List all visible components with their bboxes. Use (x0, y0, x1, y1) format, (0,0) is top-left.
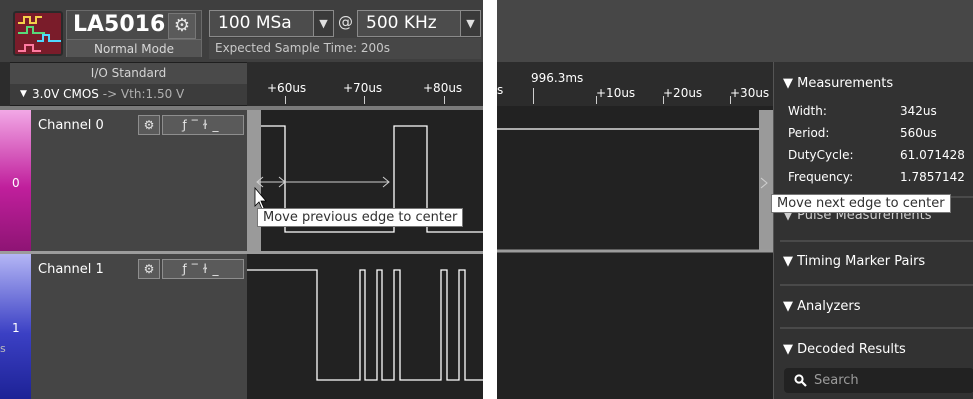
logic-analyzer-icon[interactable] (13, 11, 63, 56)
measurement-key: Frequency: (788, 170, 854, 184)
ruler-tick-label: +30us (730, 86, 770, 100)
section-divider (780, 240, 973, 242)
ruler-partial-label: s (497, 83, 504, 97)
search-placeholder: Search (814, 373, 859, 388)
channel-1-color-strip[interactable]: 1 (0, 254, 31, 399)
channel-0-index: 0 (12, 176, 20, 190)
channel-settings-gear-icon[interactable]: ⚙ (138, 115, 160, 135)
channel-1-waveform[interactable] (247, 254, 483, 399)
measurement-key: DutyCycle: (788, 148, 854, 162)
device-mode: Normal Mode (67, 39, 201, 57)
rising-edge-icon[interactable]: ƒ (183, 118, 192, 132)
ruler-tick (596, 96, 597, 104)
channel-1-index: 1 (12, 321, 20, 335)
low-level-icon[interactable]: _ (212, 262, 223, 276)
left-panel: LA5016 ⚙ Normal Mode 100 MSa ▼ @ 500 KHz… (0, 0, 483, 399)
io-standard-select[interactable]: ▼ 3.0V CMOS -> Vth:1.50 V (10, 84, 247, 105)
ruler-tick-label: +70us (343, 81, 383, 95)
chevron-down-icon[interactable]: ▼ (313, 11, 333, 36)
triangle-down-icon: ▼ (20, 89, 27, 99)
device-settings-gear-icon[interactable]: ⚙ (168, 13, 196, 39)
measurements-panel: ▼ Measurements Width: 342us Period: 560u… (773, 62, 973, 399)
ruler-tick (444, 96, 445, 104)
expected-sample-time: Expected Sample Time: 200s (209, 38, 481, 59)
channel-1-name: Channel 1 (38, 262, 104, 277)
channel-1-controls: ⚙ ƒ‾ɫ_ (138, 259, 244, 279)
right-waveform-area[interactable] (497, 106, 773, 399)
high-level-icon[interactable]: ‾ (192, 262, 203, 276)
measurement-value: 342us (900, 104, 937, 118)
channel-0-controls: ⚙ ƒ‾ɫ_ (138, 115, 244, 135)
channel-settings-gear-icon[interactable]: ⚙ (138, 259, 160, 279)
frequency-value: 500 KHz (366, 13, 437, 33)
ruler-tick-label: +60us (267, 81, 307, 95)
move-previous-edge-tooltip: Move previous edge to center (257, 208, 464, 227)
at-symbol: @ (338, 13, 353, 31)
cut-letter: s (0, 342, 6, 355)
io-standard-header: I/O Standard (10, 63, 247, 84)
timing-marker-pairs-header[interactable]: ▼ Timing Marker Pairs (783, 254, 925, 269)
right-toolbar (497, 0, 973, 62)
ruler-tick (663, 96, 664, 104)
rising-edge-icon[interactable]: ƒ (183, 262, 192, 276)
io-standard-value: 3.0V CMOS (32, 87, 99, 101)
channel-0-waveform[interactable] (247, 110, 483, 251)
decoded-results-header[interactable]: ▼ Decoded Results (783, 342, 906, 357)
ruler-tick (285, 96, 286, 104)
channel-0-color-strip[interactable]: 0 (0, 110, 31, 251)
device-toolbar: LA5016 ⚙ Normal Mode 100 MSa ▼ @ 500 KHz… (0, 0, 483, 62)
measurement-value: 61.071428 (900, 148, 965, 162)
ruler-center-tick (533, 88, 534, 104)
channel-0-name: Channel 0 (38, 118, 104, 133)
move-next-edge-tooltip: Move next edge to center (771, 194, 951, 213)
sample-rate-select[interactable]: 100 MSa ▼ (209, 10, 334, 37)
decoded-search-input[interactable]: Search (784, 368, 973, 393)
io-vth: -> Vth:1.50 V (102, 87, 185, 101)
analyzers-header[interactable]: ▼ Analyzers (783, 299, 860, 314)
device-name: LA5016 (73, 12, 166, 37)
trigger-edge-buttons[interactable]: ƒ‾ɫ_ (162, 259, 244, 279)
screenshot-gap (483, 0, 497, 399)
channel-1-label-area[interactable]: Channel 1 ⚙ ƒ‾ɫ_ (31, 254, 247, 399)
low-level-icon[interactable]: _ (212, 118, 223, 132)
sample-rate-value: 100 MSa (218, 13, 292, 33)
frequency-select[interactable]: 500 KHz ▼ (357, 10, 481, 37)
chevron-down-icon[interactable]: ▼ (460, 11, 480, 36)
ruler-tick-label: +80us (423, 81, 463, 95)
ruler-center-label: 996.3ms (531, 71, 584, 85)
measurement-value: 1.7857142 (900, 170, 965, 184)
high-level-icon[interactable]: ‾ (192, 118, 203, 132)
measurement-value: 560us (900, 126, 937, 140)
measurement-key: Width: (788, 104, 827, 118)
trigger-edge-buttons[interactable]: ƒ‾ɫ_ (162, 115, 244, 135)
section-divider (780, 327, 973, 329)
io-gutter (0, 62, 10, 106)
right-panel: s 996.3ms +10us +20us +30us ▼ Measuremen… (497, 0, 973, 399)
search-icon (794, 374, 807, 387)
device-selector[interactable]: LA5016 ⚙ Normal Mode (66, 10, 202, 57)
measurements-header[interactable]: ▼ Measurements (783, 76, 893, 91)
ruler-tick-label: +10us (596, 86, 636, 100)
measurement-key: Period: (788, 126, 830, 140)
ruler-tick (364, 96, 365, 104)
ruler-tick (730, 96, 731, 104)
section-divider (780, 284, 973, 286)
ruler-tick-label: +20us (663, 86, 703, 100)
channel-0-label-area[interactable]: Channel 0 ⚙ ƒ‾ɫ_ (31, 110, 247, 251)
